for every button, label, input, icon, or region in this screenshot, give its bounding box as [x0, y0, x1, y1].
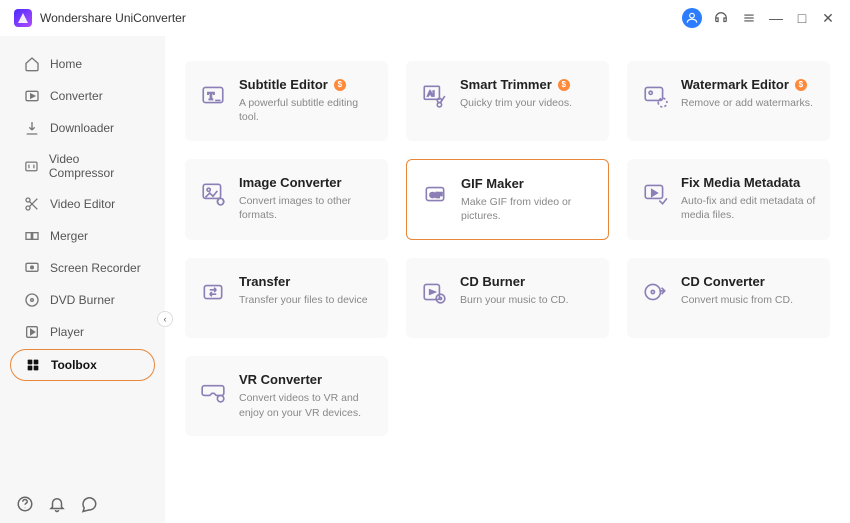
tool-title: Watermark Editor: [681, 77, 789, 92]
tool-desc: Transfer your files to device: [239, 293, 368, 307]
toolbox-icon: [25, 357, 41, 373]
tool-title: CD Burner: [460, 274, 525, 289]
tool-desc: Quicky trim your videos.: [460, 96, 572, 110]
sidebar-item-toolbox[interactable]: Toolbox: [10, 349, 155, 381]
trimmer-icon: AI: [420, 81, 448, 109]
tool-desc: Burn your music to CD.: [460, 293, 569, 307]
cd-converter-icon: [641, 278, 669, 306]
sidebar-item-compressor[interactable]: Video Compressor: [10, 145, 155, 187]
tool-desc: Make GIF from video or pictures.: [461, 195, 594, 223]
tool-card-fix-media-metadata[interactable]: Fix Media Metadata Auto-fix and edit met…: [627, 159, 830, 240]
tool-title: Smart Trimmer: [460, 77, 552, 92]
sidebar-item-label: Screen Recorder: [50, 261, 141, 275]
transfer-icon: [199, 278, 227, 306]
tool-card-cd-burner[interactable]: CD Burner Burn your music to CD.: [406, 258, 609, 338]
close-button[interactable]: ✕: [820, 10, 836, 27]
tool-card-gif-maker[interactable]: GIF GIF Maker Make GIF from video or pic…: [406, 159, 609, 240]
sidebar-item-label: Converter: [50, 89, 103, 103]
app-title: Wondershare UniConverter: [40, 11, 186, 25]
tool-card-vr-converter[interactable]: VR Converter Convert videos to VR and en…: [185, 356, 388, 436]
bell-icon[interactable]: [48, 495, 66, 513]
tool-desc: Convert music from CD.: [681, 293, 793, 307]
sidebar-item-dvd[interactable]: DVD Burner: [10, 285, 155, 315]
sidebar-item-label: Home: [50, 57, 82, 71]
tool-desc: A powerful subtitle editing tool.: [239, 96, 374, 124]
feedback-icon[interactable]: [80, 495, 98, 513]
download-icon: [24, 120, 40, 136]
scissors-icon: [24, 196, 40, 212]
sidebar-item-label: Merger: [50, 229, 88, 243]
sidebar-item-label: Toolbox: [51, 358, 97, 372]
image-convert-icon: [199, 179, 227, 207]
sidebar-item-label: Video Editor: [50, 197, 115, 211]
tool-title: Fix Media Metadata: [681, 175, 800, 190]
watermark-icon: [641, 81, 669, 109]
premium-badge: $: [334, 79, 346, 91]
account-icon[interactable]: [682, 8, 702, 28]
support-icon[interactable]: [712, 9, 730, 27]
tool-card-subtitle-editor[interactable]: T Subtitle Editor $ A powerful subtitle …: [185, 61, 388, 141]
metadata-icon: [641, 179, 669, 207]
compressor-icon: [24, 158, 39, 174]
play-icon: [24, 324, 40, 340]
svg-text:T: T: [208, 90, 215, 102]
sidebar-item-merger[interactable]: Merger: [10, 221, 155, 251]
sidebar-item-label: DVD Burner: [50, 293, 115, 307]
sidebar-item-label: Video Compressor: [49, 152, 141, 180]
premium-badge: $: [795, 79, 807, 91]
tool-title: Image Converter: [239, 175, 342, 190]
tool-desc: Convert images to other formats.: [239, 194, 374, 222]
recorder-icon: [24, 260, 40, 276]
titlebar: Wondershare UniConverter — □ ✕: [0, 0, 850, 36]
app-logo: [14, 9, 32, 27]
tool-title: Subtitle Editor: [239, 77, 328, 92]
tool-card-image-converter[interactable]: Image Converter Convert images to other …: [185, 159, 388, 240]
menu-icon[interactable]: [740, 9, 758, 27]
premium-badge: $: [558, 79, 570, 91]
sidebar: Home Converter Downloader Video Compress…: [0, 36, 165, 523]
vr-icon: [199, 376, 227, 404]
tool-title: VR Converter: [239, 372, 322, 387]
tool-desc: Auto-fix and edit metadata of media file…: [681, 194, 816, 222]
sidebar-item-home[interactable]: Home: [10, 49, 155, 79]
main-content: T Subtitle Editor $ A powerful subtitle …: [165, 36, 850, 523]
minimize-button[interactable]: —: [768, 10, 784, 26]
tool-title: GIF Maker: [461, 176, 524, 191]
svg-text:AI: AI: [428, 89, 435, 98]
cd-burner-icon: [420, 278, 448, 306]
sidebar-item-downloader[interactable]: Downloader: [10, 113, 155, 143]
maximize-button[interactable]: □: [794, 10, 810, 26]
tool-card-smart-trimmer[interactable]: AI Smart Trimmer $ Quicky trim your vide…: [406, 61, 609, 141]
svg-text:GIF: GIF: [430, 190, 443, 199]
tool-card-cd-converter[interactable]: CD Converter Convert music from CD.: [627, 258, 830, 338]
sidebar-item-editor[interactable]: Video Editor: [10, 189, 155, 219]
sidebar-item-label: Downloader: [50, 121, 114, 135]
collapse-sidebar-button[interactable]: ‹: [157, 311, 173, 327]
tool-card-watermark-editor[interactable]: Watermark Editor $ Remove or add waterma…: [627, 61, 830, 141]
merger-icon: [24, 228, 40, 244]
tool-title: CD Converter: [681, 274, 765, 289]
dvd-icon: [24, 292, 40, 308]
converter-icon: [24, 88, 40, 104]
help-icon[interactable]: [16, 495, 34, 513]
sidebar-item-converter[interactable]: Converter: [10, 81, 155, 111]
home-icon: [24, 56, 40, 72]
subtitle-icon: T: [199, 81, 227, 109]
gif-icon: GIF: [421, 180, 449, 208]
sidebar-item-recorder[interactable]: Screen Recorder: [10, 253, 155, 283]
tool-desc: Convert videos to VR and enjoy on your V…: [239, 391, 374, 419]
tool-desc: Remove or add watermarks.: [681, 96, 813, 110]
tool-title: Transfer: [239, 274, 290, 289]
sidebar-item-player[interactable]: Player: [10, 317, 155, 347]
tool-card-transfer[interactable]: Transfer Transfer your files to device: [185, 258, 388, 338]
sidebar-item-label: Player: [50, 325, 84, 339]
